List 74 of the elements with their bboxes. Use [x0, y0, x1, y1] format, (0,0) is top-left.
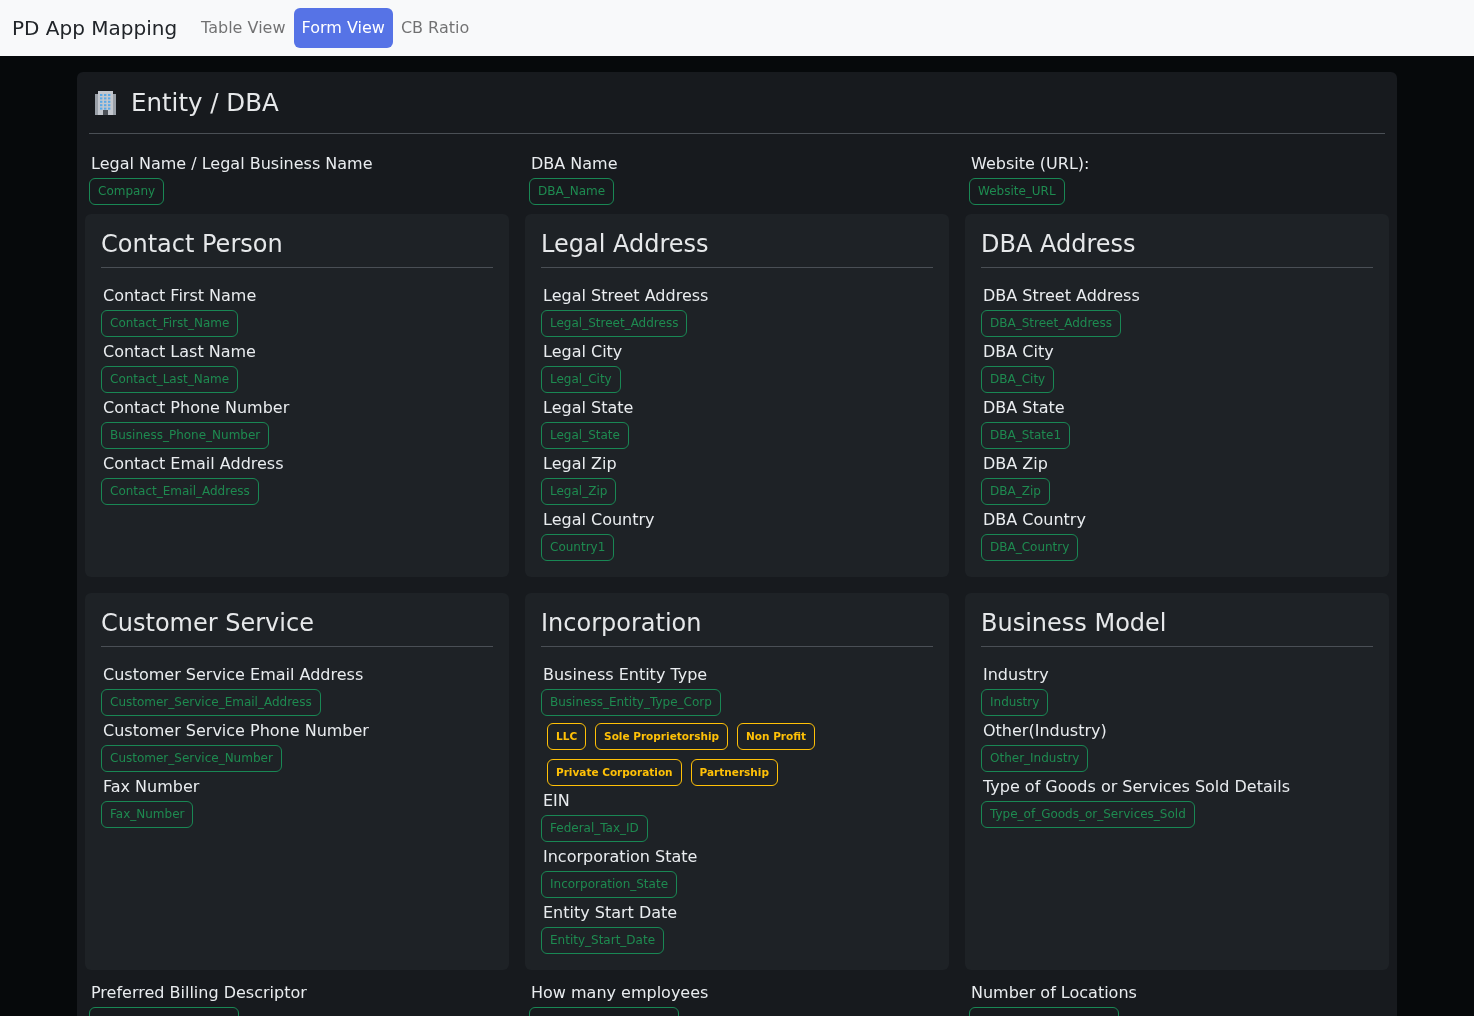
option-chip: Partnership: [690, 759, 778, 786]
field-tag: Incorporation_State: [541, 871, 677, 898]
field-tag: Company: [89, 178, 165, 205]
field-label: Fax Number: [102, 776, 200, 798]
group-title: Business Model: [981, 609, 1168, 638]
field-label: Other(Industry): [982, 720, 1107, 742]
field-label: Legal Street Address: [542, 285, 709, 307]
field-label: Number of Locations: [970, 982, 1137, 1004]
field-label: Entity Start Date: [542, 902, 678, 924]
group-title: DBA Address: [981, 230, 1137, 259]
field-label: Legal Country: [542, 509, 655, 531]
field-label: Website (URL):: [970, 153, 1090, 175]
field-tag: Business_Phone_Number: [101, 422, 270, 449]
option-chip: Private Corporation: [547, 759, 682, 786]
section-title: Entity / DBA: [131, 88, 279, 117]
field-tag: Entity_Start_Date: [541, 927, 665, 954]
field-label: Legal State: [542, 397, 634, 419]
field-label: DBA Country: [982, 509, 1086, 531]
field-label: Legal City: [542, 341, 623, 363]
option-chip: Non Profit: [737, 723, 816, 750]
field-tag: Contact_Last_Name: [101, 366, 239, 393]
group-title: Customer Service: [101, 609, 315, 638]
field-label: Incorporation State: [542, 846, 698, 868]
building-icon: [93, 90, 118, 115]
field-label: Business Entity Type: [542, 664, 708, 686]
nav-tab[interactable]: CB Ratio: [392, 8, 478, 48]
field-tag: Business_Entity_Type_Corp: [541, 689, 721, 716]
field-tag: Federal_Tax_ID: [541, 815, 648, 842]
field-tag: DBA_City: [981, 366, 1055, 393]
field-label: Legal Zip: [542, 453, 617, 475]
option-chip: Sole Proprietorship: [595, 723, 728, 750]
field-tag: DBA_Zip: [981, 478, 1050, 505]
field-label: EIN: [542, 790, 570, 812]
field-label: Customer Service Phone Number: [102, 720, 369, 742]
field-tag: Contact_Email_Address: [101, 478, 259, 505]
field-label: Contact Last Name: [102, 341, 256, 363]
group-title: Legal Address: [541, 230, 710, 259]
option-chip: LLC: [547, 723, 587, 750]
field-tag: DBA_State1: [981, 422, 1071, 449]
group-title: Contact Person: [101, 230, 284, 259]
field-label: DBA State: [982, 397, 1065, 419]
brand-link[interactable]: PD App Mapping: [12, 13, 178, 43]
field-label: DBA Street Address: [982, 285, 1140, 307]
field-tag: Legal_Street_Address: [541, 310, 688, 337]
field-tag: Customer_Service_Number: [101, 745, 282, 772]
field-tag: Other_Industry: [981, 745, 1089, 772]
field-tag: Legal_City: [541, 366, 621, 393]
field-label: Type of Goods or Services Sold Details: [982, 776, 1290, 798]
nav-tab[interactable]: Table View: [193, 8, 294, 48]
field-tag: Legal_Zip: [541, 478, 617, 505]
field-tag: Contact_First_Name: [101, 310, 239, 337]
field-tag: Website_URL: [969, 178, 1065, 205]
field-tag: DBA_Country: [981, 534, 1079, 561]
field-label: DBA Name: [530, 153, 618, 175]
group-title: Incorporation: [541, 609, 703, 638]
field-label: Contact Phone Number: [102, 397, 290, 419]
field-tag: Industry: [981, 689, 1049, 716]
field-label: Customer Service Email Address: [102, 664, 364, 686]
field-tag: DBA_Name: [529, 178, 615, 205]
field-tag: Type_of_Goods_or_Services_Sold: [981, 801, 1195, 828]
field-tag: Fax_Number: [101, 801, 194, 828]
field-label: Preferred Billing Descriptor: [90, 982, 307, 1004]
field-tag: DBA_Street_Address: [981, 310, 1121, 337]
field-label: Legal Name / Legal Business Name: [90, 153, 373, 175]
field-tag: Legal_State: [541, 422, 629, 449]
field-label: DBA Zip: [982, 453, 1048, 475]
field-label: How many employees: [530, 982, 709, 1004]
nav-tab[interactable]: Form View: [293, 8, 393, 48]
field-label: Contact First Name: [102, 285, 257, 307]
field-tag: Customer_Service_Email_Address: [101, 689, 321, 716]
field-label: Industry: [982, 664, 1049, 686]
field-label: Contact Email Address: [102, 453, 284, 475]
field-label: DBA City: [982, 341, 1054, 363]
field-tag: Country1: [541, 534, 615, 561]
